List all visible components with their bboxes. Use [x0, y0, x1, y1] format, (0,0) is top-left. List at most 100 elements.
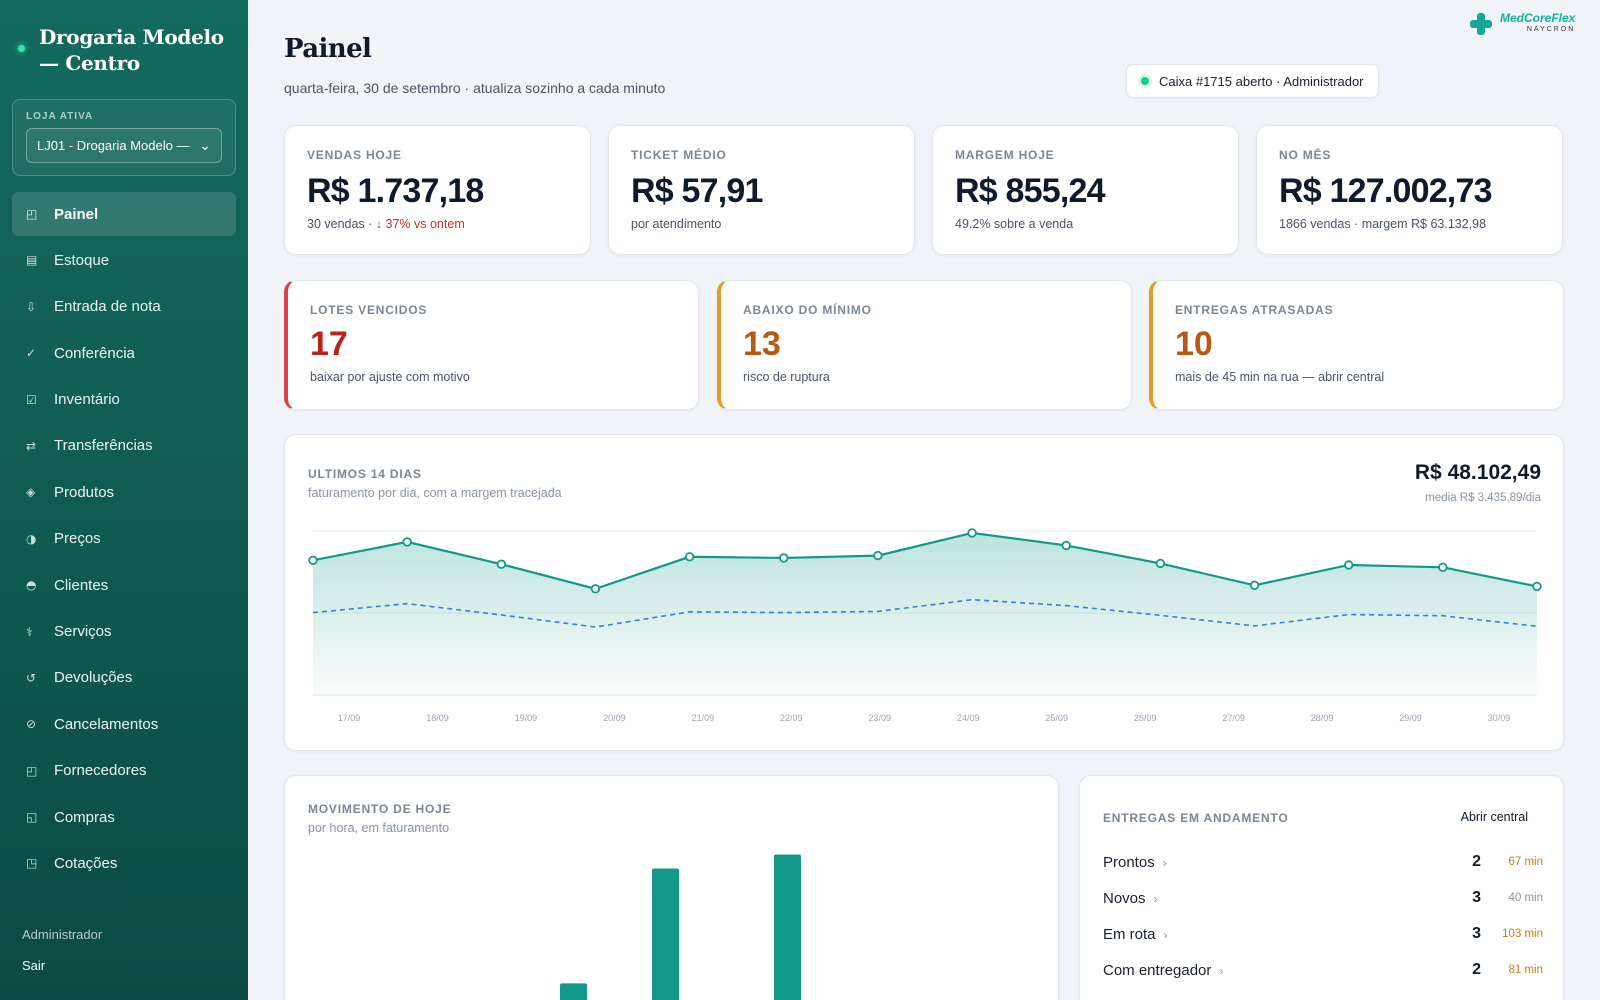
- kpi-value: R$ 855,24: [955, 172, 1106, 210]
- sidebar-item-12[interactable]: ⊘ Cancelamentos: [12, 702, 236, 746]
- kpi-note-text: 30 vendas ·: [307, 217, 376, 231]
- deliveries-title: ENTREGAS EM ANDAMENTO: [1103, 811, 1289, 825]
- sidebar-item-8[interactable]: ◑ Preços: [12, 517, 236, 561]
- chevron-right-icon: ›: [1162, 855, 1167, 870]
- revenue-point: [590, 584, 601, 594]
- deliveries-card: ENTREGAS EM ANDAMENTO Abrir central Pron…: [1079, 775, 1564, 1000]
- brand-name: Drogaria Modelo — Centro: [39, 25, 224, 75]
- sidebar-item-1[interactable]: ◰ Painel: [12, 192, 236, 236]
- x-tick-label: 24/09: [957, 713, 980, 723]
- logo-name: MedCoreFlex: [1500, 11, 1576, 25]
- page-subtitle: quarta-feira, 30 de setembro · atualiza …: [284, 80, 666, 96]
- sidebar-nav: ◰ Painel ▤ Estoque ⇩ Entrada de nota ✓ Conferên…: [12, 192, 236, 888]
- delivery-row[interactable]: Com entregador › 2 81 min: [1103, 952, 1543, 988]
- nav-icon: ◰: [26, 207, 38, 221]
- delivery-row[interactable]: Em rota › 3 103 min: [1103, 916, 1543, 952]
- revenue-point: [779, 553, 789, 563]
- delivery-time: 81 min: [1508, 964, 1543, 976]
- hourly-movement-card: MOVIMENTO DE HOJE por hora, em faturamen…: [284, 775, 1059, 1000]
- sidebar-item-4[interactable]: ✓ Conferência: [12, 331, 236, 375]
- nav-icon: ✓: [26, 346, 37, 361]
- chevron-right-icon: ›: [1219, 963, 1224, 978]
- revenue-point: [1155, 558, 1166, 569]
- sidebar-item-label: Entrada de nota: [54, 298, 161, 316]
- nav-icon: ◳: [26, 856, 38, 871]
- store-select-value: LJ01 - Drogaria Modelo —: [37, 138, 190, 153]
- kpi-card-sales-today: VENDAS HOJE R$ 1.737,18 30 vendas · ↓ 37…: [284, 125, 591, 255]
- nav-icon: ↺: [26, 670, 37, 685]
- sidebar-item-label: Cotações: [54, 854, 118, 872]
- delivery-row[interactable]: Prontos › 2 67 min: [1103, 844, 1543, 880]
- app-logo: MedCoreFlex NAYCRON: [1468, 10, 1588, 38]
- cash-register-label: Caixa #1715 aberto · Administrador: [1159, 73, 1364, 89]
- sidebar-item-label: Clientes: [54, 576, 109, 594]
- alert-card-expired-lots[interactable]: LOTES VENCIDOS 17 baixar por ajuste com …: [284, 280, 699, 410]
- kpi-value: R$ 57,91: [631, 172, 763, 210]
- kpi-note: por atendimento: [631, 217, 722, 231]
- sidebar-item-5[interactable]: ☑ Inventário: [12, 378, 236, 422]
- revenue-point: [684, 552, 695, 562]
- chevron-right-icon: ›: [1153, 891, 1158, 906]
- page-title: Painel: [284, 34, 372, 64]
- revenue-point: [402, 537, 412, 547]
- sidebar-item-7[interactable]: ◈ Produtos: [12, 470, 236, 514]
- revenue-point: [1438, 562, 1448, 573]
- alert-card-late-deliveries[interactable]: ENTREGAS ATRASADAS 10 mais de 45 min na …: [1149, 280, 1564, 410]
- nav-icon: ⊘: [26, 717, 37, 732]
- store-select[interactable]: LJ01 - Drogaria Modelo — ⌄: [26, 128, 222, 163]
- nav-icon: ◑: [26, 531, 37, 546]
- sidebar-item-2[interactable]: ▤ Estoque: [12, 238, 236, 282]
- kpi-note: 30 vendas · ↓ 37% vs ontem: [307, 217, 568, 231]
- store-label: LOJA ATIVA: [26, 111, 94, 122]
- brand: Drogaria Modelo — Centro: [18, 24, 238, 76]
- kpi-change-down: ↓ 37% vs ontem: [375, 217, 465, 231]
- x-tick-label: 30/09: [1488, 713, 1511, 723]
- kpi-card-month: NO MÊS R$ 127.002,73 1866 vendas · marge…: [1256, 125, 1563, 255]
- chevron-right-icon: ›: [1163, 927, 1168, 942]
- alert-note: baixar por ajuste com motivo: [310, 370, 470, 384]
- status-dot-icon: [1141, 77, 1149, 85]
- nav-icon: ⇩: [26, 299, 37, 314]
- sidebar-item-11[interactable]: ↺ Devoluções: [12, 656, 236, 700]
- kpi-label: MARGEM HOJE: [955, 148, 1055, 162]
- logout-link[interactable]: Sair: [22, 958, 45, 973]
- sidebar-item-3[interactable]: ⇩ Entrada de nota: [12, 285, 236, 329]
- sidebar-item-6[interactable]: ⇄ Transferências: [12, 424, 236, 468]
- nav-icon: ⚕: [26, 624, 33, 639]
- sidebar-item-label: Estoque: [54, 251, 110, 269]
- sidebar-item-10[interactable]: ⚕ Serviços: [12, 610, 236, 654]
- kpi-note: 49.2% sobre a venda: [955, 217, 1074, 231]
- chart-subtitle: faturamento por dia, com a margem tracej…: [308, 486, 562, 500]
- cash-register-status[interactable]: Caixa #1715 aberto · Administrador: [1126, 64, 1379, 98]
- nav-icon: ☑: [26, 392, 37, 407]
- sidebar: Drogaria Modelo — Centro LOJA ATIVA LJ01…: [0, 0, 248, 1000]
- revenue-point: [308, 555, 318, 565]
- sidebar-item-15[interactable]: ◳ Cotações: [12, 841, 236, 885]
- x-tick-label: 17/09: [338, 713, 361, 723]
- alert-card-below-minimum[interactable]: ABAIXO DO MÍNIMO 13 risco de ruptura: [717, 280, 1132, 410]
- alert-label: ENTREGAS ATRASADAS: [1175, 303, 1334, 317]
- open-central-link[interactable]: Abrir central: [1461, 810, 1528, 824]
- delivery-time: 40 min: [1508, 892, 1543, 904]
- sidebar-item-9[interactable]: ◓ Clientes: [12, 563, 236, 607]
- sidebar-item-label: Compras: [54, 808, 115, 826]
- hourly-bar-chart: [560, 854, 801, 1000]
- revenue-point: [873, 550, 883, 561]
- revenue-point: [1249, 580, 1260, 590]
- chart-total: R$ 48.102,49: [1414, 461, 1541, 484]
- sidebar-item-label: Preços: [54, 530, 101, 548]
- nav-icon: ◱: [26, 810, 38, 825]
- revenue-point: [496, 559, 507, 569]
- alert-label: ABAIXO DO MÍNIMO: [743, 303, 872, 317]
- sidebar-item-13[interactable]: ◰ Fornecedores: [12, 749, 236, 793]
- x-tick-label: 27/09: [1222, 713, 1245, 723]
- hour-bar: [560, 983, 587, 1000]
- hour-bar: [774, 854, 801, 1000]
- nav-icon: ⇄: [26, 438, 37, 453]
- nav-icon: ◈: [26, 485, 36, 500]
- x-tick-label: 20/09: [603, 713, 626, 723]
- delivery-row[interactable]: Novos › 3 40 min: [1103, 880, 1543, 916]
- sidebar-item-14[interactable]: ◱ Compras: [12, 795, 236, 839]
- delivery-status-label: Novos: [1103, 889, 1146, 907]
- nav-icon: ◰: [26, 763, 38, 778]
